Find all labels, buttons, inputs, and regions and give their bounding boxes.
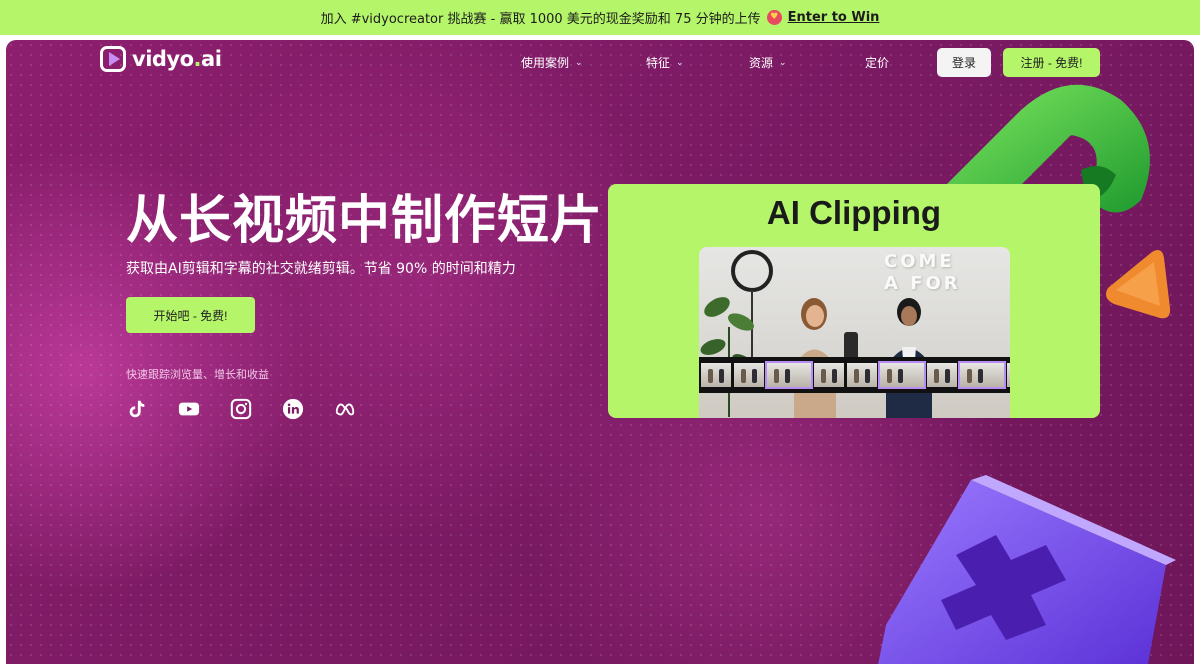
video-preview[interactable]: COME A FOR: [699, 247, 1010, 418]
chevron-down-icon: ⌄: [779, 57, 787, 68]
logo-wordmark: vidyo.ai: [132, 47, 222, 71]
meta-icon: [334, 398, 356, 420]
signup-button[interactable]: 注册 - 免费!: [1003, 48, 1100, 77]
film-frame-selected[interactable]: [958, 361, 1006, 389]
announcement-text: 加入 #vidyocreator 挑战赛 - 赢取 1000 美元的现金奖励和 …: [320, 12, 761, 27]
film-frame-selected[interactable]: [765, 361, 813, 389]
hero-section: vidyo.ai 使用案例 ⌄ 特征 ⌄ 资源 ⌄ 定价 登录 注册 - 免费!…: [6, 40, 1194, 664]
vidyo-logo[interactable]: vidyo.ai: [100, 46, 222, 72]
plant-illustration: [700, 297, 755, 417]
announcement-bar: 加入 #vidyocreator 挑战赛 - 赢取 1000 美元的现金奖励和 …: [0, 0, 1200, 35]
film-frame: [734, 363, 764, 387]
vidyo-play-icon: [100, 46, 126, 72]
hero-subheadline: 获取由AI剪辑和字幕的社交就绪剪辑。节省 90% 的时间和精力: [126, 261, 516, 277]
film-frame: [1007, 363, 1010, 387]
film-frame: [814, 363, 844, 387]
social-icons-row: [126, 398, 356, 420]
nav-use-cases[interactable]: 使用案例 ⌄: [521, 54, 646, 71]
hero-headline: 从长视频中制作短片: [126, 191, 604, 251]
film-frame: [701, 363, 731, 387]
ai-clipping-card: AI Clipping COME A FOR: [608, 184, 1100, 418]
hero-tagline: 快速跟踪浏览量、增长和收益: [126, 368, 269, 381]
film-frame-selected[interactable]: [878, 361, 926, 389]
nav-resources[interactable]: 资源 ⌄: [749, 54, 865, 71]
nav-pricing[interactable]: 定价: [865, 54, 889, 71]
tiktok-icon: [126, 398, 148, 420]
people-illustration: [794, 298, 932, 418]
filmstrip-timeline[interactable]: [699, 357, 1010, 393]
linkedin-icon: [282, 398, 304, 420]
heart-eyes-emoji-icon: ♥: [766, 10, 782, 25]
card-title: AI Clipping: [766, 194, 942, 231]
chevron-down-icon: ⌄: [676, 57, 684, 68]
purple-3d-shape-decoration: [878, 475, 1176, 664]
youtube-icon: [178, 398, 200, 420]
wall-letters: COME A FOR: [884, 251, 961, 294]
chevron-down-icon: ⌄: [575, 57, 583, 68]
main-nav: 使用案例 ⌄ 特征 ⌄ 资源 ⌄ 定价: [521, 54, 889, 71]
orange-triangle-decoration: [1106, 250, 1171, 319]
login-button[interactable]: 登录: [937, 48, 991, 77]
film-frame: [847, 363, 877, 387]
instagram-icon: [230, 398, 252, 420]
film-frame: [927, 363, 957, 387]
get-started-button[interactable]: 开始吧 - 免费!: [126, 297, 255, 333]
nav-features[interactable]: 特征 ⌄: [646, 54, 749, 71]
enter-to-win-link[interactable]: Enter to Win: [788, 10, 880, 25]
